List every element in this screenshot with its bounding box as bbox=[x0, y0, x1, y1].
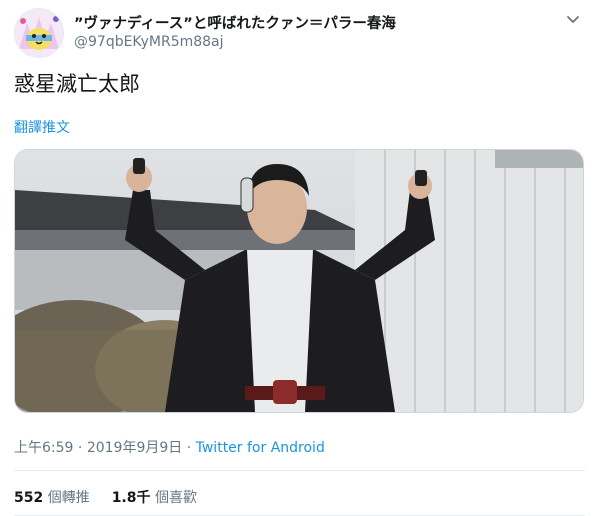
divider bbox=[14, 470, 585, 471]
media-photo bbox=[15, 150, 583, 412]
retweet-count: 552 bbox=[14, 490, 44, 506]
tweet-time[interactable]: 上午6:59 bbox=[14, 440, 73, 456]
chevron-down-icon[interactable] bbox=[564, 10, 582, 28]
tweet-date[interactable]: 2019年9月9日 bbox=[87, 440, 182, 456]
avatar-illustration-icon bbox=[15, 9, 63, 57]
tweet-card: ”ヴァナディース”と呼ばれたクァン＝パラー春海 @97qbEKyMR5m88aj… bbox=[0, 0, 599, 516]
like-label: 個喜歡 bbox=[154, 490, 197, 506]
avatar[interactable] bbox=[14, 8, 64, 58]
meta-separator: · bbox=[73, 440, 87, 456]
tweet-timestamp: 上午6:59 · 2019年9月9日 · Twitter for Android bbox=[14, 437, 325, 457]
like-stat[interactable]: 1.8千 個喜歡 bbox=[112, 490, 197, 506]
tweet-stats: 552 個轉推 1.8千 個喜歡 bbox=[14, 487, 197, 507]
tweet-text: 惑星滅亡太郎 bbox=[14, 72, 140, 96]
display-name[interactable]: ”ヴァナディース”と呼ばれたクァン＝パラー春海 bbox=[74, 12, 396, 33]
meta-separator-2: · bbox=[182, 440, 196, 456]
tweet-media-image[interactable] bbox=[14, 149, 584, 413]
like-count: 1.8千 bbox=[111, 490, 151, 506]
user-handle[interactable]: @97qbEKyMR5m88aj bbox=[74, 34, 224, 50]
translate-tweet-link[interactable]: 翻譯推文 bbox=[14, 117, 70, 137]
retweet-stat[interactable]: 552 個轉推 bbox=[14, 490, 90, 506]
tweet-source-link[interactable]: Twitter for Android bbox=[196, 440, 325, 456]
retweet-label: 個轉推 bbox=[47, 490, 90, 506]
